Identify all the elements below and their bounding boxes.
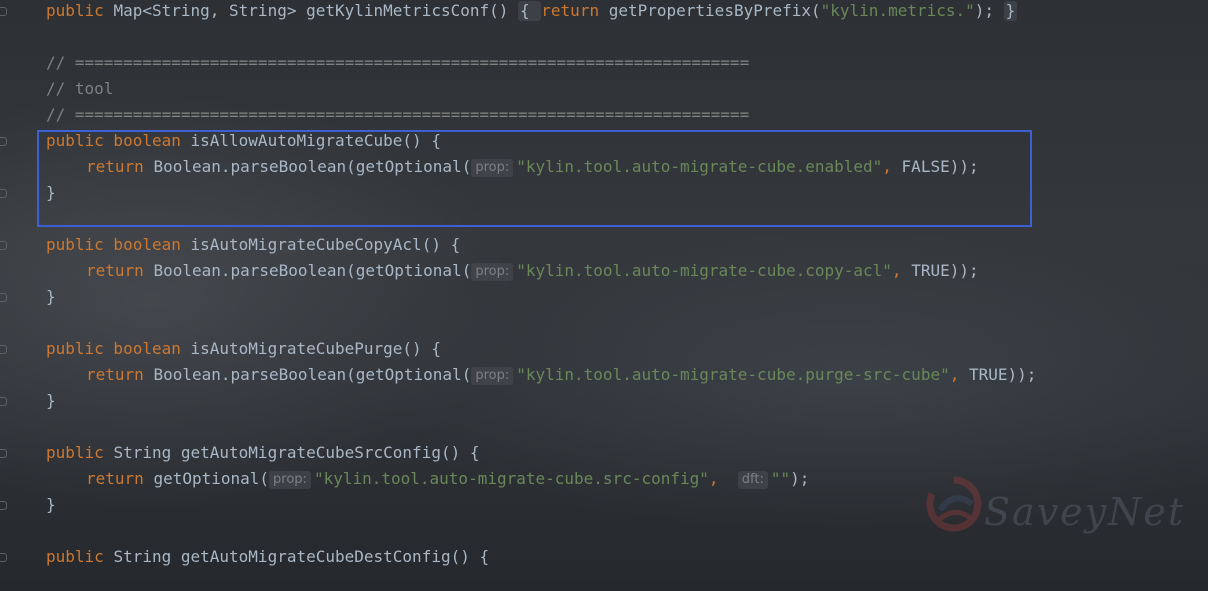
fold-gutter-icon[interactable]	[0, 553, 7, 562]
highlight-box	[37, 130, 1032, 227]
code-token: Boolean.parseBoolean(getOptional(	[153, 261, 472, 280]
code-token: ,	[708, 469, 738, 488]
code-token: TRUE));	[968, 365, 1037, 384]
code-token: isAutoMigrateCubePurge() {	[190, 339, 441, 358]
folded-region[interactable]: {	[518, 1, 542, 21]
code-token: getPropertiesByPrefix(	[608, 1, 821, 20]
fold-gutter-icon[interactable]	[0, 501, 7, 510]
code-token: return	[86, 261, 154, 280]
watermark-text: SaveyNet	[984, 490, 1186, 534]
code-token: return	[86, 365, 154, 384]
fold-gutter-icon[interactable]	[0, 137, 7, 146]
code-line[interactable]: return Boolean.parseBoolean(getOptional(…	[86, 362, 1036, 388]
parameter-hint: dft:	[737, 471, 768, 489]
code-token: public	[46, 1, 114, 20]
code-token: isAutoMigrateCubeCopyAcl() {	[190, 235, 461, 254]
code-token: getOptional(	[153, 469, 270, 488]
code-token: ,	[949, 365, 969, 384]
code-line[interactable]: }	[46, 492, 56, 518]
code-token: public	[46, 443, 114, 462]
code-line[interactable]: // =====================================…	[46, 50, 749, 76]
code-token: Boolean.parseBoolean(getOptional(	[153, 365, 472, 384]
code-token: // =====================================…	[46, 105, 750, 124]
code-token: "kylin.tool.auto-migrate-cube.src-config…	[313, 469, 709, 488]
fold-gutter-icon[interactable]	[0, 189, 7, 198]
fold-gutter-icon[interactable]	[0, 449, 7, 458]
code-line[interactable]: public boolean isAutoMigrateCubePurge() …	[46, 336, 441, 362]
code-token: public boolean	[46, 235, 191, 254]
code-token: String getAutoMigrateCubeSrcConfig() {	[113, 443, 480, 462]
parameter-hint: prop:	[269, 471, 311, 489]
code-token: // =====================================…	[46, 53, 750, 72]
swirl-logo-icon	[926, 476, 982, 532]
code-token: String getAutoMigrateCubeDestConfig() {	[113, 547, 490, 566]
code-line[interactable]: return getOptional(prop: "kylin.tool.auto…	[86, 466, 809, 492]
code-token: }	[46, 495, 56, 514]
code-token: return	[541, 1, 609, 20]
code-line[interactable]: return Boolean.parseBoolean(getOptional(…	[86, 258, 979, 284]
code-token: );	[974, 1, 1004, 20]
code-editor[interactable]: public Map<String, String> getKylinMetri…	[0, 0, 1208, 591]
parameter-hint: prop:	[471, 263, 514, 281]
parameter-hint: prop:	[471, 367, 514, 385]
code-token: "kylin.metrics."	[820, 1, 975, 20]
code-token: public boolean	[46, 339, 191, 358]
fold-gutter-icon[interactable]	[0, 241, 7, 250]
code-token: "kylin.tool.auto-migrate-cube.copy-acl"	[516, 261, 892, 280]
code-token: }	[46, 287, 56, 306]
code-token: // tool	[46, 79, 114, 98]
code-token: public	[46, 547, 114, 566]
code-token: "kylin.tool.auto-migrate-cube.purge-src-…	[516, 365, 950, 384]
watermark: SaveyNet	[926, 476, 1196, 556]
fold-gutter-icon[interactable]	[0, 345, 7, 354]
code-token: ""	[770, 469, 791, 488]
code-token: }	[46, 391, 56, 410]
code-line[interactable]: public String getAutoMigrateCubeDestConf…	[46, 544, 489, 570]
editor-gutter	[0, 0, 12, 591]
code-line[interactable]: }	[46, 388, 56, 414]
fold-gutter-icon[interactable]	[0, 397, 7, 406]
code-line[interactable]: public Map<String, String> getKylinMetri…	[46, 0, 1018, 24]
code-line[interactable]: // tool	[46, 76, 113, 102]
code-token: );	[790, 469, 810, 488]
code-token: return	[86, 469, 154, 488]
fold-gutter-icon[interactable]	[0, 293, 7, 302]
code-line[interactable]: public boolean isAutoMigrateCubeCopyAcl(…	[46, 232, 460, 258]
fold-gutter-icon[interactable]	[0, 7, 7, 16]
code-line[interactable]: // =====================================…	[46, 102, 749, 128]
code-line[interactable]: }	[46, 284, 56, 310]
code-token: TRUE));	[911, 261, 979, 280]
code-line[interactable]: public String getAutoMigrateCubeSrcConfi…	[46, 440, 479, 466]
code-token: Map<String, String> getKylinMetricsConf(…	[113, 1, 519, 20]
code-token: ,	[891, 261, 912, 280]
folded-region[interactable]: }	[1003, 1, 1018, 21]
